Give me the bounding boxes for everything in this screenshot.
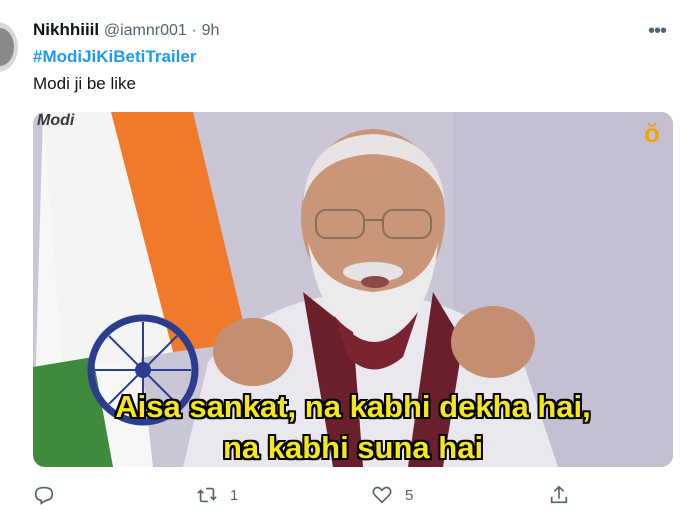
like-count: 5 [405,486,414,504]
separator-dot: · [191,22,197,39]
user-name[interactable]: Nikhhiiil [33,20,99,39]
tweet-text: Modi ji be like [33,74,136,93]
watermark-text: Modi [37,112,75,129]
reply-button[interactable] [33,484,55,506]
share-icon [550,485,568,504]
retweet-count: 1 [230,486,239,504]
user-handle[interactable]: @iamnr001 [104,22,187,39]
avatar-face [0,28,14,66]
hashtag-link[interactable]: #ModiJiKiBetiTrailer [33,47,196,67]
subtitle-line-1: Aisa sankat, na kabhi dekha hai, [115,389,591,424]
subtitle-line-2: na kabhi suna hai [222,430,484,465]
retweet-button[interactable]: 1 [196,484,238,506]
channel-logo-icon: ŏ [644,118,660,148]
reply-icon [34,486,54,505]
like-button[interactable]: 5 [371,484,413,506]
tweet-time[interactable]: 9h [202,22,220,39]
share-button[interactable] [548,484,570,506]
avatar[interactable] [0,22,18,72]
retweet-icon [197,487,217,503]
tweet-media-image[interactable]: Modi ŏ Aisa sankat, na kabhi dekha hai, … [33,112,673,467]
heart-icon [372,486,392,504]
more-options-icon[interactable]: ••• [648,20,667,43]
tweet-header: Nikhhiiil @iamnr001 · 9h [33,19,219,42]
tweet-actions-bar: 1 5 [0,484,680,510]
